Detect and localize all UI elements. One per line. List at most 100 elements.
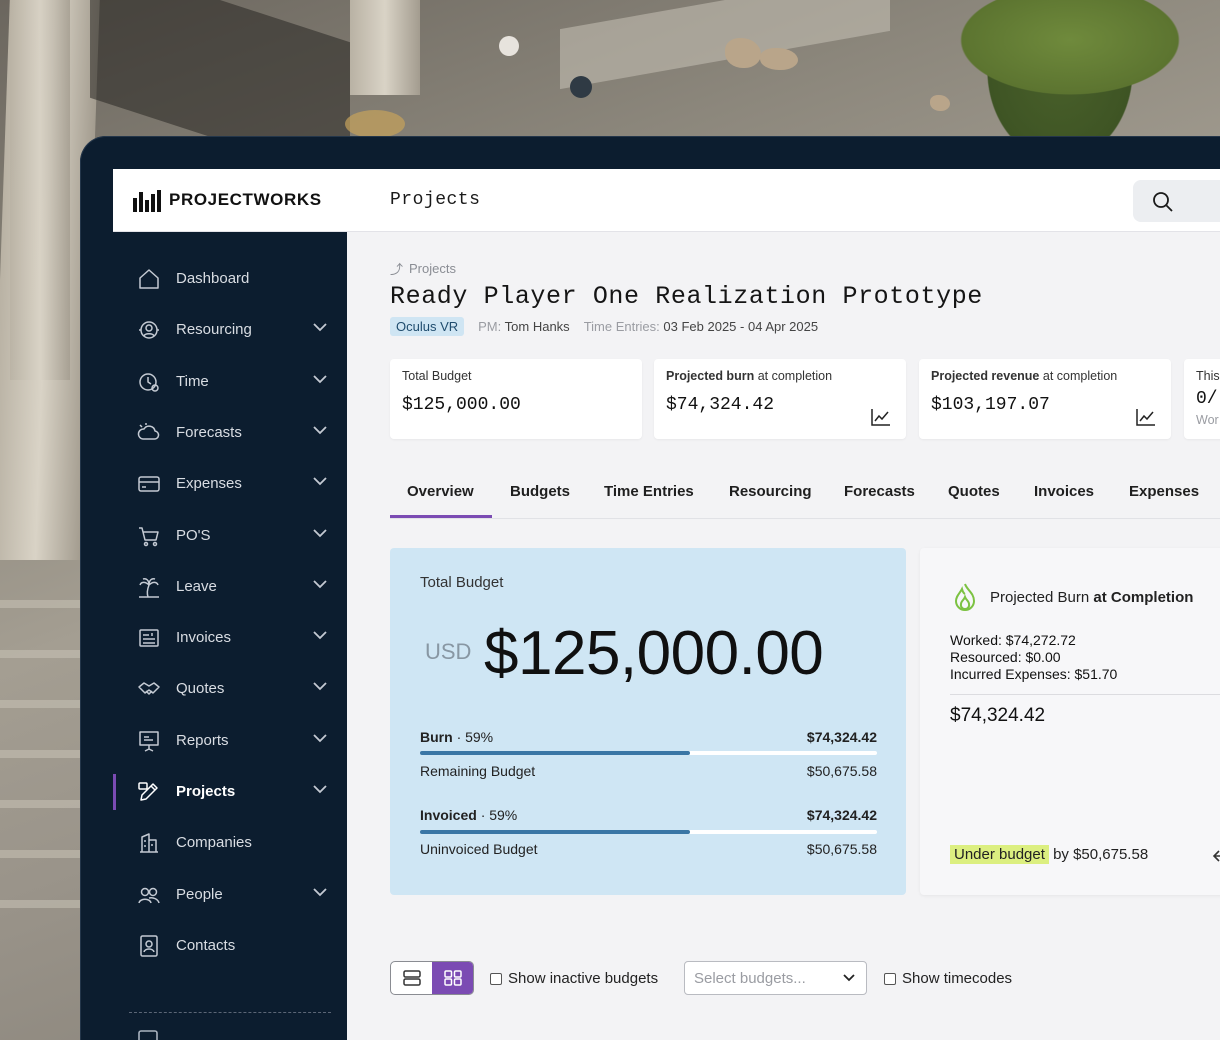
under-budget-badge: Under budget	[950, 845, 1049, 864]
chevron-down-icon[interactable]	[313, 785, 327, 794]
trend-chart-icon[interactable]	[1135, 407, 1157, 427]
chevron-down-icon[interactable]	[313, 887, 327, 897]
invoiced-progress-fill	[420, 830, 690, 834]
stat-label: This	[1196, 369, 1220, 383]
budget-currency: USD	[425, 639, 472, 664]
burn-progress-bar	[420, 751, 877, 755]
sidebar-item-resourcing[interactable]: Resourcing	[113, 308, 347, 352]
remaining-value: $50,675.58	[806, 763, 877, 779]
chevron-down-icon[interactable]	[313, 426, 327, 435]
under-budget-amount: by $50,675.58	[1053, 846, 1149, 863]
search-button[interactable]	[1133, 180, 1220, 222]
stat-label: Total Budget	[402, 369, 472, 383]
trend-chart-icon[interactable]	[870, 407, 892, 427]
stat-sub: Wor	[1196, 413, 1219, 427]
sidebar-item-label: Projects	[176, 783, 236, 800]
stat-card-partial: This 0/ Wor	[1184, 359, 1220, 439]
sidebar-item-projects[interactable]: Projects	[113, 770, 347, 814]
invoiced-progress-bar	[420, 830, 877, 834]
sidebar-item-reports[interactable]: Reports	[113, 719, 347, 763]
chevron-down-icon[interactable]	[313, 580, 327, 589]
sidebar-item-label: Reports	[176, 731, 229, 749]
sidebar-item-time[interactable]: Time	[113, 360, 347, 404]
chevron-down-icon[interactable]	[313, 323, 327, 332]
pm-info: PM: Tom Hanks	[478, 319, 570, 334]
tab-time-entries[interactable]: Time Entries	[604, 483, 694, 500]
sidebar-item-invoices[interactable]: Invoices	[113, 616, 347, 660]
project-tabs: Overview Budgets Time Entries Resourcing…	[390, 469, 1220, 519]
tab-quotes[interactable]: Quotes	[948, 483, 1000, 500]
sidebar-item-contacts[interactable]: Contacts	[113, 924, 347, 968]
stat-label: Projected burn at completion	[666, 369, 833, 383]
sidebar-item-label: People	[176, 885, 223, 903]
burn-label: Burn	[420, 729, 453, 745]
grid-view-icon	[444, 970, 462, 986]
stat-card-projected-burn: Projected burn at completion $74,324.42	[654, 359, 906, 439]
list-view-button[interactable]	[391, 962, 433, 994]
worked-amount: Worked: $74,272.72	[950, 632, 1076, 648]
sidebar-item-label: Contacts	[176, 936, 236, 954]
sidebar-item-dashboard[interactable]: Dashboard	[113, 257, 347, 301]
chevron-down-icon[interactable]	[313, 682, 327, 691]
tab-expenses[interactable]: Expenses	[1129, 483, 1199, 500]
budget-select[interactable]: Select budgets...	[684, 961, 867, 995]
search-icon	[1153, 192, 1173, 212]
sidebar: Dashboard Resourcing Time Forecasts Expenses…	[113, 232, 347, 1040]
forecast-icon	[137, 422, 160, 440]
footer-icon	[138, 1030, 158, 1040]
app-window: PROJECTWORKS Projects Dashboard Resourcin…	[113, 169, 1220, 1040]
checkbox-box[interactable]	[884, 972, 896, 985]
sidebar-item-leave[interactable]: Leave	[113, 565, 347, 609]
remaining-row: Remaining Budget $50,675.58	[420, 763, 877, 779]
invoice-icon	[139, 629, 159, 647]
budget-status: Under budget by $50,675.58	[950, 845, 1149, 864]
sidebar-item-quotes[interactable]: Quotes	[113, 667, 347, 711]
home-icon	[139, 269, 159, 289]
tab-resourcing[interactable]: Resourcing	[729, 483, 812, 500]
chevron-down-icon[interactable]	[313, 734, 327, 743]
list-view-icon	[403, 970, 421, 986]
burn-row: Burn · 59% $74,324.42	[420, 729, 877, 745]
client-tag[interactable]: Oculus VR	[390, 317, 465, 336]
chevron-down-icon[interactable]	[313, 374, 327, 384]
brand-logo[interactable]: PROJECTWORKS	[133, 188, 322, 212]
card-icon	[138, 476, 160, 492]
logo-mark-icon	[133, 188, 161, 212]
breadcrumb[interactable]: ⤴ Projects	[390, 259, 456, 278]
tab-budgets[interactable]: Budgets	[510, 483, 570, 500]
resourcing-icon	[139, 321, 159, 340]
chevron-down-icon[interactable]	[313, 528, 327, 538]
sidebar-item-forecasts[interactable]: Forecasts	[113, 411, 347, 455]
arrow-left-icon[interactable]	[1210, 848, 1220, 864]
checkbox-box[interactable]	[490, 972, 502, 985]
sidebar-item-label: Quotes	[176, 680, 225, 698]
tab-overview[interactable]: Overview	[407, 483, 474, 500]
brand-name: PROJECTWORKS	[169, 190, 322, 209]
show-timecodes-checkbox[interactable]: Show timecodes	[884, 970, 1012, 987]
total-budget-panel: Total Budget USD $125,000.00 Burn · 59% …	[390, 548, 906, 895]
grid-view-button[interactable]	[432, 962, 473, 994]
budget-amount: $125,000.00	[484, 619, 824, 688]
burn-divider	[950, 694, 1220, 695]
show-timecodes-label: Show timecodes	[902, 970, 1013, 987]
sidebar-item-companies[interactable]: Companies	[113, 821, 347, 865]
sidebar-item-label: Invoices	[176, 629, 232, 647]
stat-value: 0/	[1196, 389, 1218, 409]
sidebar-item-po-s[interactable]: PO'S	[113, 514, 347, 558]
stat-value: $125,000.00	[402, 395, 521, 415]
select-placeholder: Select budgets...	[694, 970, 806, 987]
chevron-down-icon[interactable]	[313, 631, 327, 640]
show-inactive-checkbox[interactable]: Show inactive budgets	[490, 970, 658, 987]
contact-icon	[140, 935, 158, 957]
remaining-label: Remaining Budget	[420, 763, 536, 779]
invoiced-percent: · 59%	[480, 807, 518, 823]
tab-invoices[interactable]: Invoices	[1034, 483, 1094, 500]
sidebar-item-expenses[interactable]: Expenses	[113, 462, 347, 506]
tab-forecasts[interactable]: Forecasts	[844, 483, 915, 500]
sidebar-item-people[interactable]: People	[113, 873, 347, 917]
sidebar-item-label: Dashboard	[176, 270, 250, 287]
cart-icon	[139, 526, 159, 546]
uninvoiced-row: Uninvoiced Budget $50,675.58	[420, 841, 877, 857]
sidebar-item-label: Companies	[176, 834, 252, 852]
chevron-down-icon[interactable]	[313, 477, 327, 486]
